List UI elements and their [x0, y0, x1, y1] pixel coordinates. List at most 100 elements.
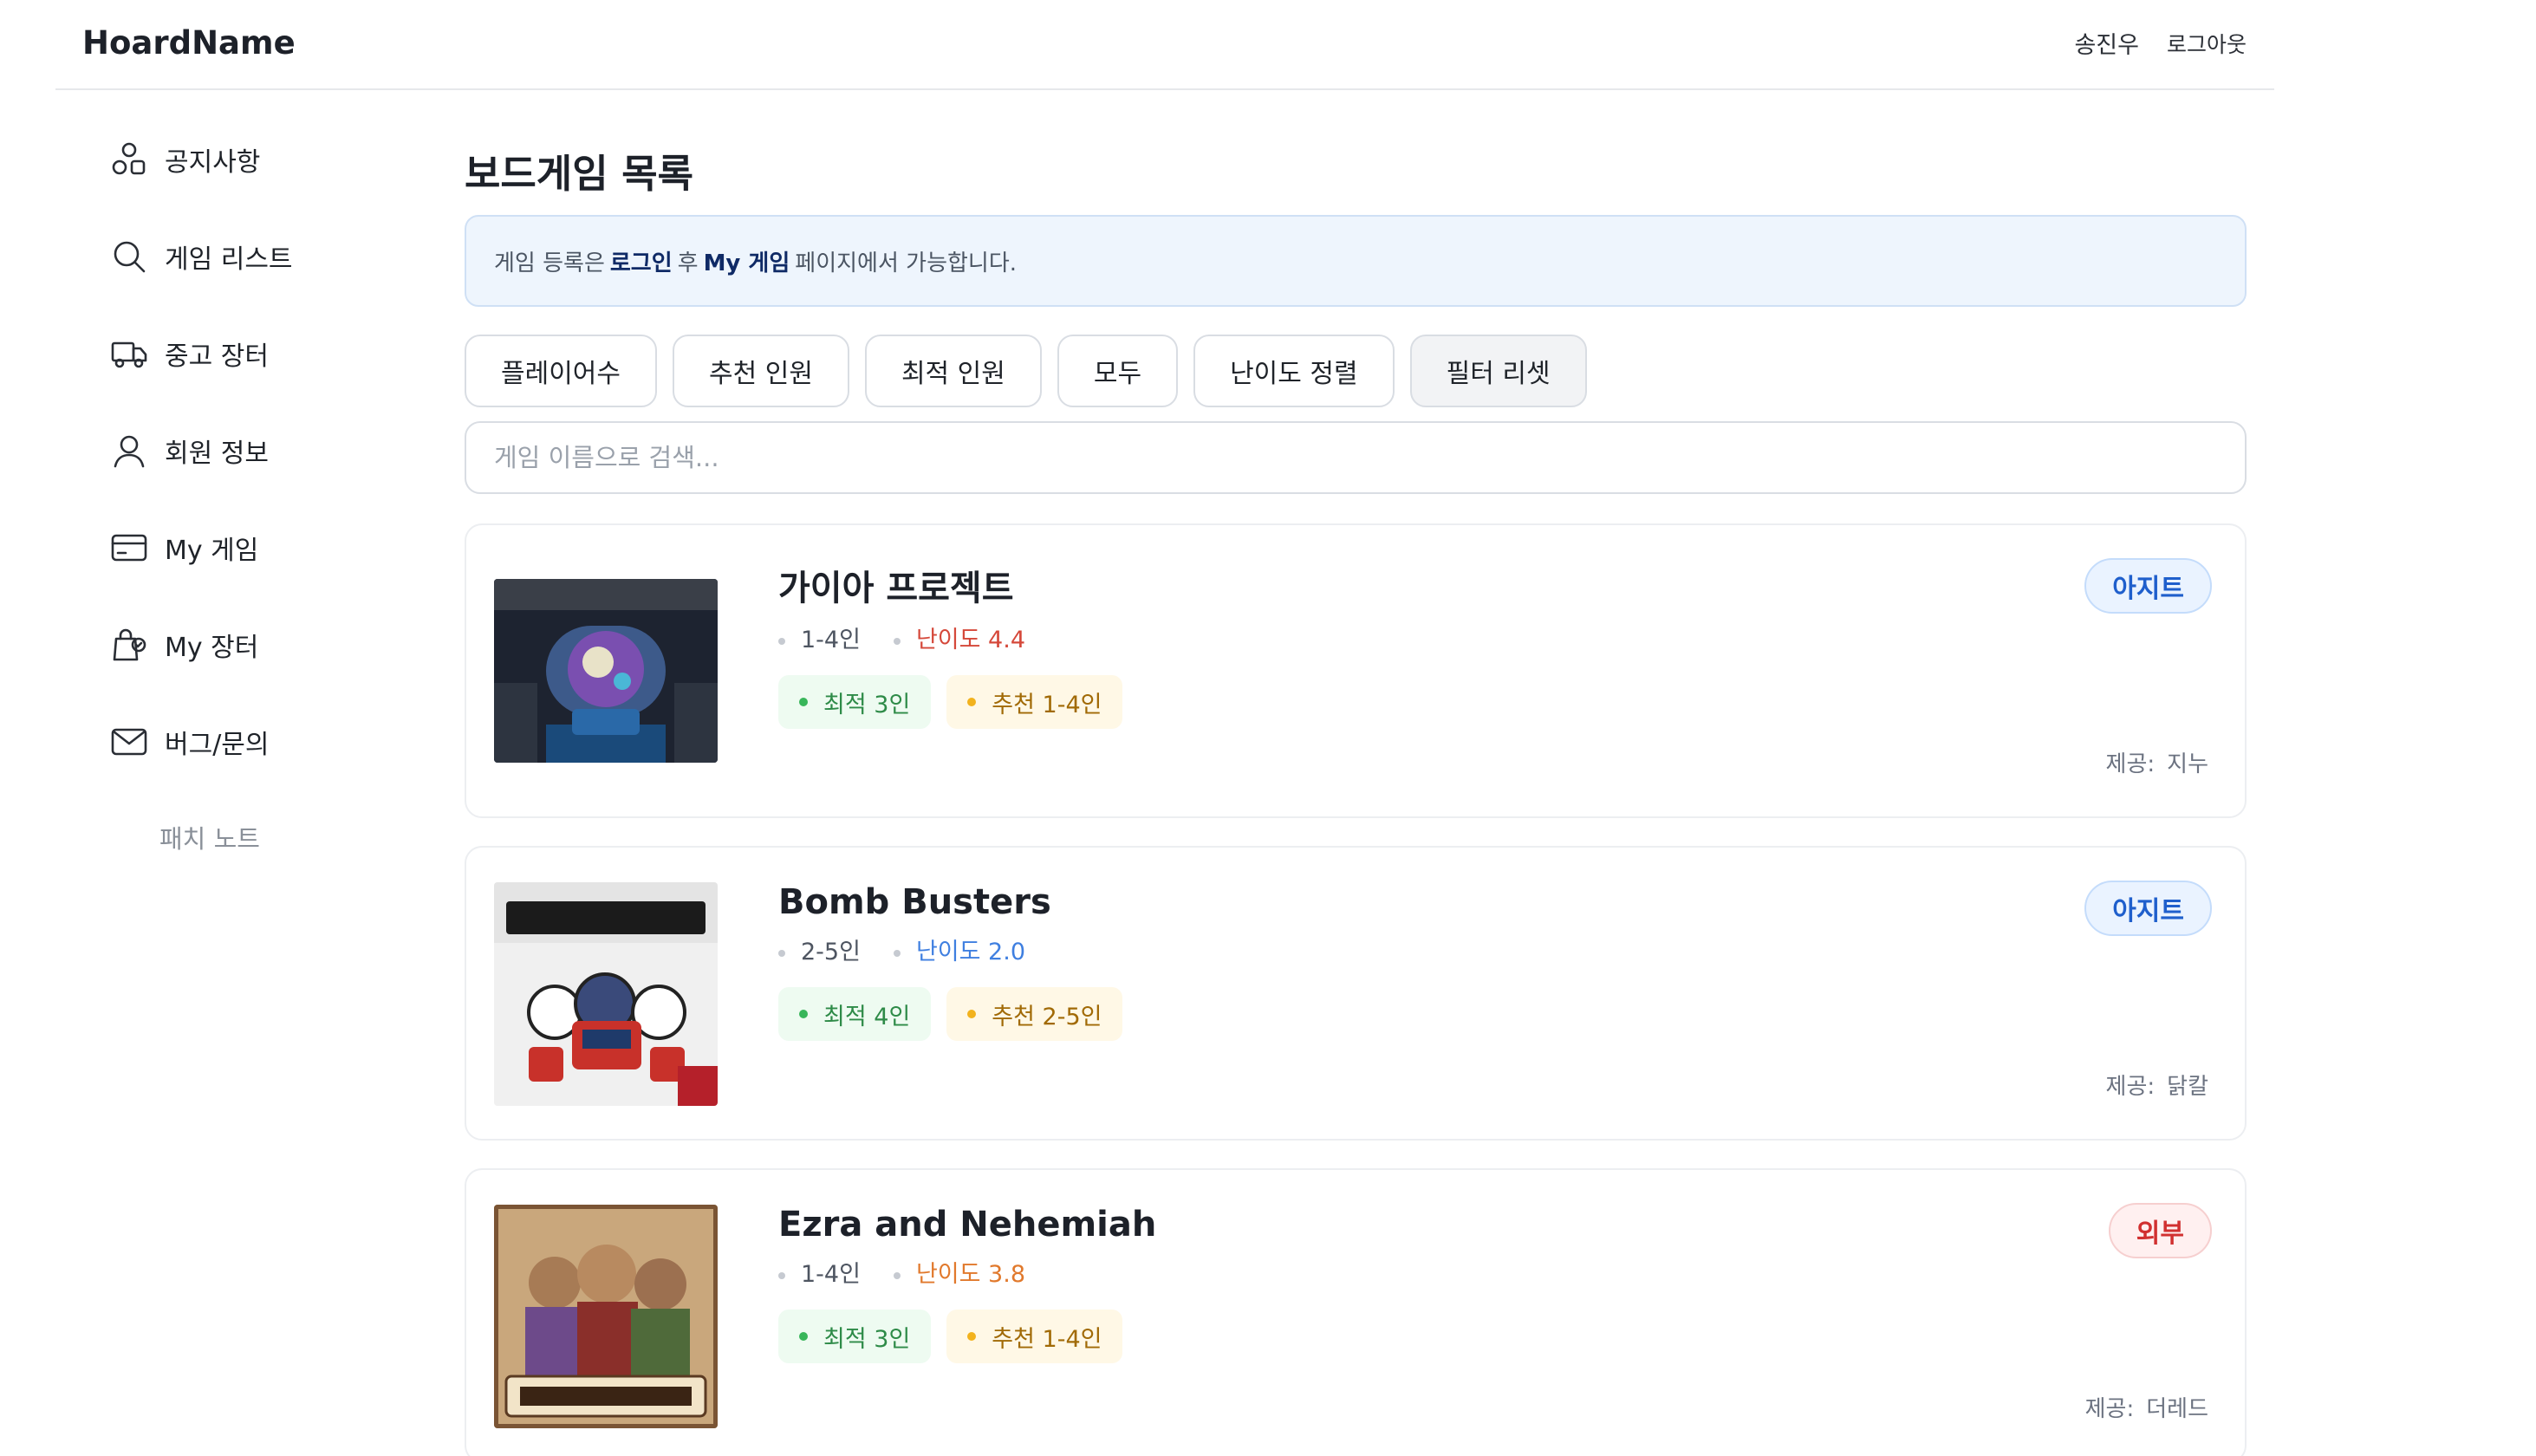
mail-icon [109, 722, 149, 762]
game-tags: 최적 4인 추천 2-5인 [778, 987, 1123, 1041]
game-card[interactable]: 가이아 프로젝트 1-4인 난이도 4.4 최적 3인 추천 1-4인 아지트 … [465, 523, 2247, 818]
card-icon [109, 528, 149, 568]
yellow-dot-icon [967, 698, 977, 706]
provider-name: 지누 [2167, 751, 2208, 777]
player-range: 1-4인 [778, 621, 861, 654]
game-card[interactable]: Ezra and Nehemiah 1-4인 난이도 3.8 최적 3인 추천 … [465, 1168, 2247, 1456]
logout-button[interactable]: 로그아웃 [2167, 28, 2247, 59]
sidebar-item-game-list[interactable]: 게임 리스트 [109, 208, 421, 305]
top-header: HoardName 송진우 로그아웃 [55, 0, 2274, 90]
game-thumbnail[interactable] [494, 1205, 718, 1428]
game-title[interactable]: 가이아 프로젝트 [778, 560, 1122, 610]
search-input[interactable] [494, 443, 2217, 472]
provider-label: 제공: [2105, 1074, 2156, 1100]
best-players-tag: 최적 3인 [778, 1310, 932, 1363]
player-range-text: 2-5인 [801, 939, 861, 965]
sidebar-item-notice[interactable]: 공지사항 [109, 111, 421, 208]
recommended-players-tag: 추천 1-4인 [946, 675, 1123, 729]
sidebar-item-my-game[interactable]: My 게임 [109, 499, 421, 596]
search-icon [109, 237, 149, 276]
sidebar-item-label: My 장터 [165, 633, 259, 663]
patch-notes-link[interactable]: 패치 노트 [159, 790, 421, 887]
notice-my-game-link[interactable]: My 게임 [704, 245, 790, 277]
yellow-dot-icon [967, 1332, 977, 1341]
sidebar-item-my-market[interactable]: My 장터 [109, 596, 421, 693]
sidebar-item-label: 버그/문의 [165, 730, 270, 760]
sidebar-item-label: 중고 장터 [165, 341, 269, 372]
sidebar-item-market[interactable]: 중고 장터 [109, 305, 421, 402]
notice-middle: 후 [677, 250, 699, 276]
provider-name: 더레드 [2146, 1396, 2208, 1422]
game-meta: 1-4인 난이도 3.8 [778, 1255, 1156, 1289]
location-badge: 아지트 [2084, 558, 2212, 614]
recommended-players-tag: 추천 1-4인 [946, 1310, 1123, 1363]
sidebar-item-bug-report[interactable]: 버그/문의 [109, 693, 421, 790]
provider-name: 닭칼 [2167, 1074, 2208, 1100]
provider: 제공: 닭칼 [2106, 1069, 2208, 1101]
location-badge: 외부 [2108, 1203, 2212, 1258]
bullet-icon [778, 1271, 785, 1279]
game-info: Bomb Busters 2-5인 난이도 2.0 최적 4인 추천 2-5인 [778, 882, 1123, 1041]
provider: 제공: 지누 [2106, 746, 2208, 778]
sidebar-item-label: 회원 정보 [165, 439, 269, 469]
filter-player-count-button[interactable]: 플레이어수 [465, 335, 657, 407]
game-card[interactable]: Bomb Busters 2-5인 난이도 2.0 최적 4인 추천 2-5인 … [465, 846, 2247, 1141]
game-info: 가이아 프로젝트 1-4인 난이도 4.4 최적 3인 추천 1-4인 [778, 560, 1123, 729]
player-range-text: 1-4인 [801, 1261, 861, 1288]
difficulty-text: 난이도 3.8 [915, 1261, 1025, 1288]
recommended-players-text: 추천 1-4인 [992, 691, 1102, 718]
green-dot-icon [799, 698, 808, 706]
sidebar-item-label: 게임 리스트 [165, 244, 293, 275]
provider-label: 제공: [2105, 751, 2156, 777]
game-list: 가이아 프로젝트 1-4인 난이도 4.4 최적 3인 추천 1-4인 아지트 … [465, 523, 2247, 1456]
notice-banner: 게임 등록은 로그인 후 My 게임 페이지에서 가능합니다. [465, 215, 2247, 307]
filter-reset-button[interactable]: 필터 리셋 [1409, 335, 1587, 407]
sidebar-item-label: 공지사항 [165, 147, 261, 178]
recommended-players-text: 추천 2-5인 [992, 1003, 1102, 1030]
difficulty: 난이도 4.4 [893, 621, 1025, 654]
location-badge: 아지트 [2084, 881, 2212, 936]
best-players-tag: 최적 3인 [778, 675, 932, 729]
sidebar-item-member-info[interactable]: 회원 정보 [109, 402, 421, 499]
game-thumbnail[interactable] [494, 579, 718, 763]
game-tags: 최적 3인 추천 1-4인 [778, 1310, 1156, 1363]
yellow-dot-icon [967, 1010, 977, 1018]
green-dot-icon [799, 1332, 808, 1341]
filter-recommended-players-button[interactable]: 추천 인원 [673, 335, 849, 407]
bullet-icon [893, 1271, 901, 1279]
filter-all-button[interactable]: 모두 [1057, 335, 1179, 407]
search-box [465, 421, 2247, 494]
notice-prefix: 게임 등록은 [494, 250, 605, 276]
page-title: 보드게임 목록 [465, 151, 694, 197]
best-players-text: 최적 3인 [823, 691, 911, 718]
bullet-icon [893, 637, 901, 645]
best-players-text: 최적 3인 [823, 1325, 911, 1353]
notice-suffix: 페이지에서 가능합니다. [795, 250, 1018, 276]
filter-best-players-button[interactable]: 최적 인원 [864, 335, 1042, 407]
difficulty: 난이도 2.0 [893, 933, 1025, 966]
sidebar: 공지사항 게임 리스트 중고 장터 회원 정보 My 게임 My 장터 버그/문… [109, 130, 421, 907]
game-title[interactable]: Bomb Busters [778, 882, 1122, 922]
best-players-text: 최적 4인 [823, 1003, 911, 1030]
recommended-players-text: 추천 1-4인 [992, 1325, 1102, 1353]
game-thumbnail[interactable] [494, 882, 718, 1106]
player-range: 1-4인 [778, 1255, 861, 1289]
provider: 제공: 더레드 [2085, 1391, 2208, 1423]
app-logo[interactable]: HoardName [82, 24, 296, 62]
bullet-icon [893, 949, 901, 957]
game-meta: 1-4인 난이도 4.4 [778, 621, 1122, 654]
user-icon [109, 431, 149, 471]
provider-label: 제공: [2084, 1396, 2135, 1422]
green-dot-icon [799, 1010, 808, 1018]
notice-login-link[interactable]: 로그인 [610, 245, 673, 277]
user-name[interactable]: 송진우 [2074, 26, 2139, 60]
main-content: 보드게임 목록 게임 등록은 로그인 후 My 게임 페이지에서 가능합니다. … [465, 142, 2247, 1456]
player-range-text: 1-4인 [801, 627, 861, 653]
difficulty-text: 난이도 2.0 [915, 939, 1025, 965]
game-title[interactable]: Ezra and Nehemiah [778, 1205, 1156, 1245]
sort-difficulty-button[interactable]: 난이도 정렬 [1193, 335, 1395, 407]
game-meta: 2-5인 난이도 2.0 [778, 933, 1122, 966]
filter-bar: 플레이어수 추천 인원 최적 인원 모두 난이도 정렬 필터 리셋 [465, 335, 2247, 407]
bullet-icon [778, 949, 785, 957]
bullet-icon [778, 637, 785, 645]
